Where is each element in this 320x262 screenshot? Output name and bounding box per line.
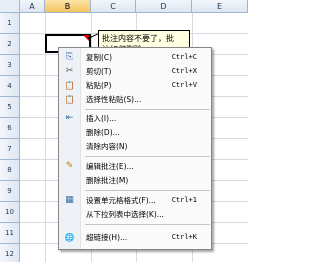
menu-item-edit-comment[interactable]: ✎ 编辑批注(E)... (60, 160, 211, 173)
menu-item-pick-from-list[interactable]: 从下拉列表中选择(K)... (60, 208, 211, 221)
cut-icon: ✂ (65, 66, 74, 76)
menu-item-label: 从下拉列表中选择(K)... (86, 210, 164, 219)
paste-icon: 📋 (64, 81, 75, 90)
menu-item-label: 删除(D)... (86, 128, 120, 137)
menu-item-shortcut: Ctrl+1 (171, 196, 197, 204)
row-header[interactable]: 2 (0, 34, 20, 55)
menu-item-label: 设置单元格格式(F)... (86, 196, 156, 205)
menu-separator (85, 156, 210, 157)
menu-item-hyperlink[interactable]: 🌐 超链接(H)... Ctrl+K (60, 231, 211, 244)
comment-text-line1: 批注内容不要了，批 (102, 34, 174, 43)
menu-item-shortcut: Ctrl+C (171, 53, 197, 61)
context-menu: ⎘ 复制(C) Ctrl+C ✂ 剪切(T) Ctrl+X 📋 粘贴(P) Ct… (58, 47, 212, 250)
menu-item-paste-special[interactable]: 📋 选择性粘贴(S)... (60, 93, 211, 106)
row-header[interactable]: 6 (0, 118, 20, 139)
row-header[interactable]: 10 (0, 202, 20, 223)
insert-icon: ⇤ (65, 113, 74, 123)
menu-item-label: 超链接(H)... (86, 233, 128, 242)
row-header[interactable]: 3 (0, 55, 20, 76)
menu-item-label: 删除批注(M) (86, 176, 129, 185)
column-header-c[interactable]: C (91, 0, 136, 13)
menu-item-insert[interactable]: ⇤ 插入(I)... (60, 112, 211, 125)
row-header[interactable]: 4 (0, 76, 20, 97)
menu-item-label: 清除内容(N) (86, 142, 128, 151)
menu-item-label: 剪切(T) (86, 67, 112, 76)
hyperlink-icon: 🌐 (64, 233, 75, 242)
menu-item-shortcut: Ctrl+V (171, 81, 197, 89)
row-header[interactable]: 11 (0, 223, 20, 244)
edit-comment-icon: ✎ (65, 161, 74, 171)
row-header[interactable]: 5 (0, 97, 20, 118)
menu-item-copy[interactable]: ⎘ 复制(C) Ctrl+C (60, 51, 211, 64)
menu-item-paste[interactable]: 📋 粘贴(P) Ctrl+V (60, 79, 211, 92)
paste-special-icon: 📋 (64, 95, 75, 104)
menu-item-shortcut: Ctrl+X (171, 67, 197, 75)
menu-item-label: 复制(C) (86, 53, 113, 62)
menu-item-delete-comment[interactable]: 删除批注(M) (60, 174, 211, 187)
column-header-a[interactable]: A (20, 0, 45, 13)
menu-separator (85, 224, 210, 225)
menu-item-shortcut: Ctrl+K (171, 233, 197, 241)
menu-separator (85, 109, 210, 110)
menu-item-label: 插入(I)... (86, 114, 117, 123)
menu-item-clear-contents[interactable]: 清除内容(N) (60, 140, 211, 153)
column-header-d[interactable]: D (136, 0, 192, 13)
menu-item-cut[interactable]: ✂ 剪切(T) Ctrl+X (60, 65, 211, 78)
menu-item-label: 粘贴(P) (86, 81, 112, 90)
row-header[interactable]: 12 (0, 244, 20, 262)
menu-item-format-cells[interactable]: ▦ 设置单元格格式(F)... Ctrl+1 (60, 194, 211, 207)
copy-icon: ⎘ (65, 52, 74, 62)
menu-item-label: 编辑批注(E)... (86, 162, 134, 171)
column-header-e[interactable]: E (192, 0, 248, 13)
menu-item-label: 选择性粘贴(S)... (86, 95, 142, 104)
menu-item-delete[interactable]: 删除(D)... (60, 126, 211, 139)
row-header[interactable]: 7 (0, 139, 20, 160)
row-header[interactable]: 8 (0, 160, 20, 181)
menu-separator (85, 190, 210, 191)
column-header-b[interactable]: B (45, 0, 91, 13)
row-header[interactable]: 1 (0, 13, 20, 34)
row-header[interactable]: 9 (0, 181, 20, 202)
select-all-corner[interactable] (0, 0, 20, 13)
format-cells-icon: ▦ (65, 195, 74, 205)
